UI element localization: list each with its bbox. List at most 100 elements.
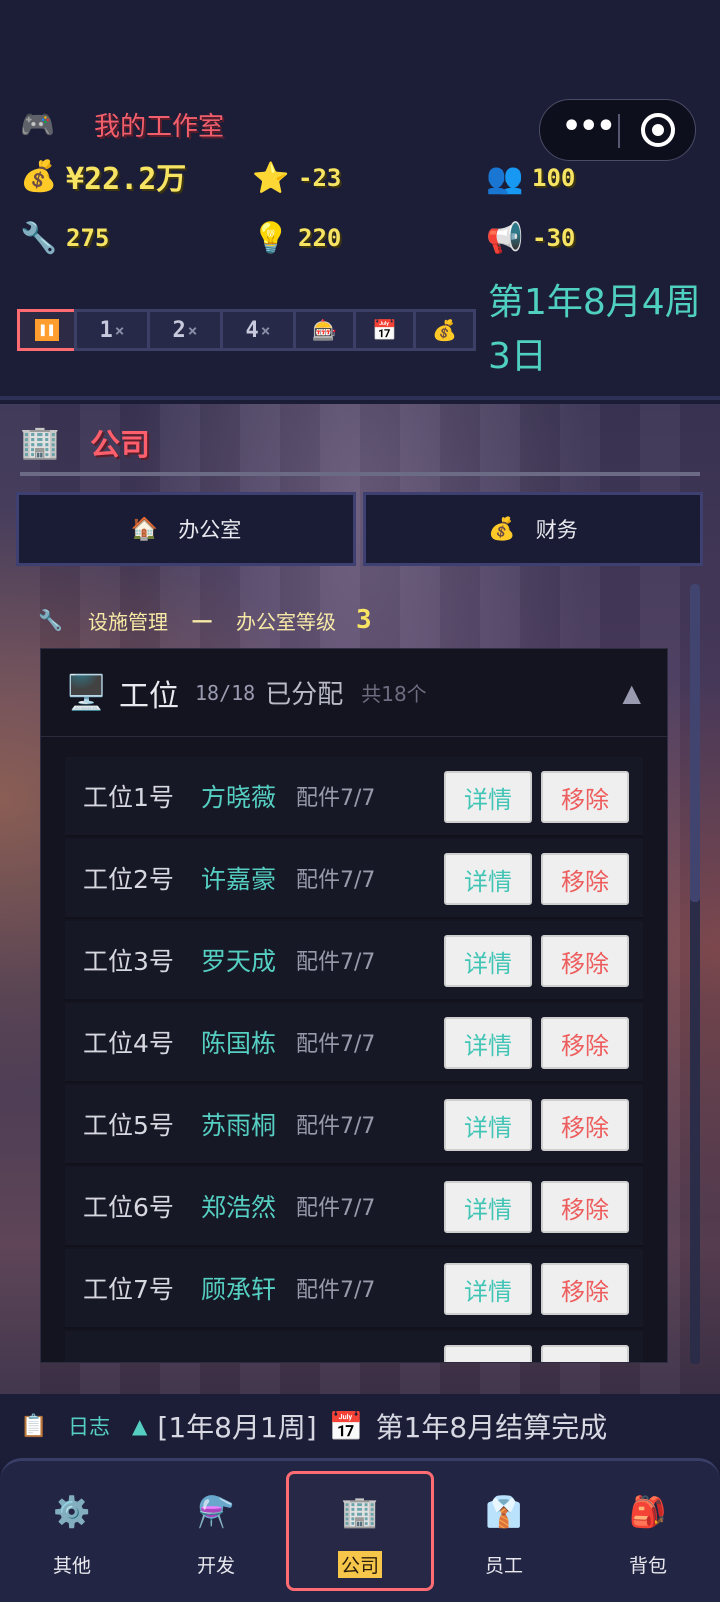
wrench-icon: 🔧 xyxy=(38,608,63,632)
remove-button[interactable] xyxy=(541,1345,629,1362)
remove-button[interactable]: 移除 xyxy=(541,771,629,823)
more-icon[interactable]: ••• xyxy=(562,110,616,150)
seat-label: 工位7号 xyxy=(83,1275,174,1304)
building-icon: 🏢 xyxy=(20,423,60,461)
money-bag-icon: 💰 xyxy=(20,158,58,194)
scrollbar[interactable] xyxy=(690,584,700,1364)
seat-label: 工位5号 xyxy=(83,1111,174,1140)
detail-button[interactable]: 详情 xyxy=(444,853,532,905)
nav-staff-label: 员工 xyxy=(484,1554,523,1577)
reputation-value: -23 xyxy=(298,164,342,192)
log-bar[interactable]: 📋 日志 ▲ [1年8月1周] 📅 第1年8月结算完成 xyxy=(0,1394,720,1458)
speed-1x-button[interactable]: 1 × xyxy=(74,309,150,351)
detail-button[interactable]: 详情 xyxy=(444,1181,532,1233)
workstation-panel: 🖥️ 工位 18/18 已分配 共18个 ▲ 工位1号 方晓薇 配件7/7 详情… xyxy=(40,648,668,1363)
employee-name: 郑浩然 xyxy=(201,1193,277,1222)
studio-name: 我的工作室 xyxy=(94,111,225,142)
money-bag-icon: 💰 xyxy=(488,516,516,542)
idea-value: 220 xyxy=(298,224,342,252)
miniprogram-capsule[interactable]: ••• xyxy=(539,99,696,161)
workstation-header[interactable]: 🖥️ 工位 18/18 已分配 共18个 ▲ xyxy=(41,649,667,737)
company-heading: 🏢 公司 xyxy=(20,418,150,466)
facility-dash: 一 xyxy=(192,609,212,634)
remove-button[interactable]: 移除 xyxy=(541,1099,629,1151)
money-bag-icon: 💰 xyxy=(432,318,457,342)
detail-button[interactable]: 详情 xyxy=(444,1099,532,1151)
speed-2x-button[interactable]: 2 × xyxy=(147,309,223,351)
marketing-stat: 📢 -30 xyxy=(486,216,575,260)
detail-button[interactable] xyxy=(444,1345,532,1362)
pause-button[interactable]: ❚❚ xyxy=(17,309,77,351)
nav-staff[interactable]: 👔 员工 xyxy=(432,1471,576,1591)
office-building-icon: 🏢 xyxy=(341,1495,379,1530)
calendar-button[interactable]: 📅 xyxy=(353,309,416,351)
nav-other[interactable]: ⚙️ 其他 xyxy=(0,1471,144,1591)
gamepad-icon: 🎮 xyxy=(20,107,55,141)
nav-bag-label: 背包 xyxy=(628,1554,667,1577)
workstation-title: 工位 xyxy=(119,678,179,714)
heading-divider xyxy=(20,472,700,476)
parts-count: 配件7/7 xyxy=(296,868,376,893)
log-date: [1年8月1周] xyxy=(157,1411,317,1444)
remove-button[interactable]: 移除 xyxy=(541,1263,629,1315)
backpack-icon: 🎒 xyxy=(629,1495,667,1530)
seat-label: 工位1号 xyxy=(83,783,174,812)
money-button[interactable]: 💰 xyxy=(413,309,476,351)
speed-2x-label: 2 xyxy=(172,317,186,343)
marketing-value: -30 xyxy=(532,224,576,252)
list-item: 工位7号 顾承轩 配件7/7 详情 移除 xyxy=(65,1249,643,1329)
slot-machine-button[interactable]: 🎰 xyxy=(293,309,356,351)
seat-label: 工位6号 xyxy=(83,1193,174,1222)
workstation-list: 工位1号 方晓薇 配件7/7 详情 移除 工位2号 许嘉豪 配件7/7 详情 移… xyxy=(41,757,667,1362)
log-label: 日志 xyxy=(68,1415,110,1439)
nav-bag[interactable]: 🎒 背包 xyxy=(576,1471,720,1591)
seat-label: 工位3号 xyxy=(83,947,174,976)
megaphone-icon: 📢 xyxy=(486,220,524,256)
close-miniprogram-icon[interactable] xyxy=(641,113,675,147)
remove-button[interactable]: 移除 xyxy=(541,1181,629,1233)
nav-company-label: 公司 xyxy=(337,1550,382,1578)
times-sign: × xyxy=(114,320,125,340)
speed-controls: ❚❚ 1 × 2 × 4 × 🎰 📅 💰 xyxy=(17,309,476,351)
parts-count: 配件7/7 xyxy=(296,786,376,811)
times-sign: × xyxy=(187,320,198,340)
tab-finance-label: 财务 xyxy=(535,518,578,542)
detail-button[interactable]: 详情 xyxy=(444,935,532,987)
bottom-nav: ⚙️ 其他 ⚗️ 开发 🏢 公司 👔 员工 🎒 背包 xyxy=(0,1458,720,1602)
speed-4x-label: 4 xyxy=(245,317,259,343)
collapse-icon[interactable]: ▲ xyxy=(623,679,641,707)
parts-count: 配件7/7 xyxy=(296,950,376,975)
office-level-value: 3 xyxy=(356,605,372,635)
scrollbar-thumb[interactable] xyxy=(690,584,700,902)
slot-machine-icon: 🎰 xyxy=(312,318,337,342)
remove-button[interactable]: 移除 xyxy=(541,1017,629,1069)
nav-develop[interactable]: ⚗️ 开发 xyxy=(144,1471,288,1591)
top-header: ••• 🎮 我的工作室 💰 ¥22.2万 ⭐ -23 👥 100 🔧 275 💡… xyxy=(0,0,720,400)
employee-name: 苏雨桐 xyxy=(201,1111,277,1140)
list-item: 工位3号 罗天成 配件7/7 详情 移除 xyxy=(65,921,643,1001)
employee-name: 许嘉豪 xyxy=(201,865,277,894)
total-label: 共18个 xyxy=(361,682,427,706)
money-stat: 💰 ¥22.2万 xyxy=(20,154,186,198)
seat-label: 工位2号 xyxy=(83,865,174,894)
detail-button[interactable]: 详情 xyxy=(444,1263,532,1315)
tab-finance[interactable]: 💰 财务 xyxy=(363,492,703,566)
reputation-stat: ⭐ -23 xyxy=(252,156,341,200)
house-icon: 🏠 xyxy=(130,516,159,542)
clipboard-icon: 📋 xyxy=(20,1413,48,1439)
list-item: 工位2号 许嘉豪 配件7/7 详情 移除 xyxy=(65,839,643,919)
seat-label: 工位4号 xyxy=(83,1029,174,1058)
remove-button[interactable]: 移除 xyxy=(541,853,629,905)
office-level-label: 办公室等级 xyxy=(236,609,336,634)
tech-value: 275 xyxy=(66,224,110,252)
nav-company[interactable]: 🏢 公司 xyxy=(286,1471,434,1591)
detail-button[interactable]: 详情 xyxy=(444,1017,532,1069)
detail-button[interactable]: 详情 xyxy=(444,771,532,823)
list-item: 工位5号 苏雨桐 配件7/7 详情 移除 xyxy=(65,1085,643,1165)
studio-title: 🎮 我的工作室 xyxy=(20,104,224,144)
employee-name: 顾承轩 xyxy=(201,1275,277,1304)
expand-up-icon[interactable]: ▲ xyxy=(132,1414,147,1438)
speed-4x-button[interactable]: 4 × xyxy=(220,309,296,351)
remove-button[interactable]: 移除 xyxy=(541,935,629,987)
tab-office[interactable]: 🏠 办公室 xyxy=(16,492,356,566)
